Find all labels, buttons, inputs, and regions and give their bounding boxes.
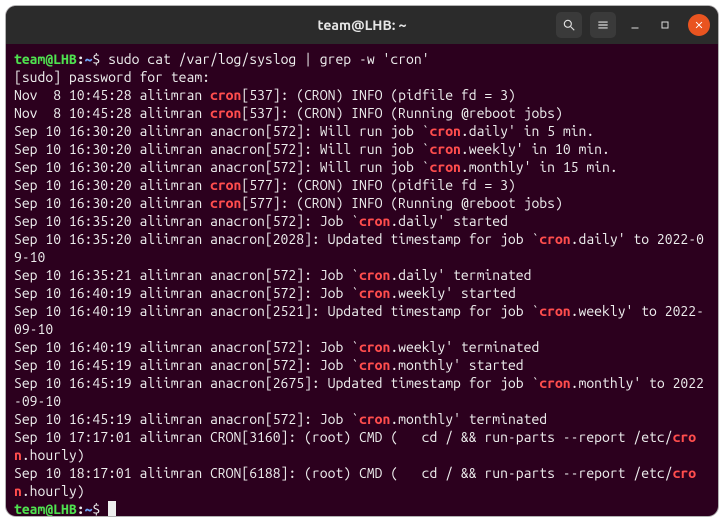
grep-highlight: cron (210, 105, 241, 121)
grep-highlight: cron (359, 285, 390, 301)
grep-highlight: cron (430, 159, 461, 175)
grep-highlight: cron (359, 357, 390, 373)
grep-highlight: cron (539, 375, 570, 391)
prompt-user: team@LHB (14, 51, 77, 67)
prompt-dollar: $ (92, 501, 108, 516)
log-line: Sep 10 16:30:20 aliimran cron[577]: (CRO… (14, 177, 516, 193)
close-button[interactable] (688, 14, 710, 36)
log-line: Sep 10 16:30:20 aliimran anacron[572]: W… (14, 141, 610, 157)
grep-highlight: cron (210, 195, 241, 211)
minimize-icon (629, 19, 641, 31)
search-button[interactable] (556, 12, 582, 38)
prompt-user: team@LHB (14, 501, 77, 516)
maximize-icon (659, 19, 671, 31)
log-line: Sep 10 16:30:20 aliimran anacron[572]: W… (14, 123, 594, 139)
hamburger-icon (596, 18, 610, 32)
titlebar: team@LHB: ~ (6, 6, 718, 44)
prompt-dollar: $ (92, 51, 108, 67)
log-line: [sudo] password for team: (14, 69, 210, 85)
grep-highlight: cron (210, 87, 241, 103)
terminal-output[interactable]: team@LHB:~$ sudo cat /var/log/syslog | g… (6, 44, 718, 516)
close-icon (694, 20, 704, 30)
log-line: Nov 8 10:45:28 aliimran cron[537]: (CRON… (14, 105, 563, 121)
log-line: Sep 10 18:17:01 aliimran CRON[6188]: (ro… (14, 465, 696, 499)
minimize-button[interactable] (624, 14, 646, 36)
grep-highlight: cron (359, 267, 390, 283)
log-line: Sep 10 16:35:20 aliimran anacron[2028]: … (14, 231, 704, 265)
grep-highlight: cron (359, 339, 390, 355)
menu-button[interactable] (590, 12, 616, 38)
grep-highlight: cron (539, 231, 570, 247)
prompt-colon: : (77, 51, 85, 67)
terminal-window: team@LHB: ~ team@LHB:~$ sudo cat /var/lo… (6, 6, 718, 516)
maximize-button[interactable] (654, 14, 676, 36)
log-line: Sep 10 16:30:20 aliimran cron[577]: (CRO… (14, 195, 563, 211)
prompt-colon: : (77, 501, 85, 516)
grep-highlight: cron (359, 213, 390, 229)
log-line: Sep 10 16:35:21 aliimran anacron[572]: J… (14, 267, 531, 283)
log-line: Sep 10 16:30:20 aliimran anacron[572]: W… (14, 159, 618, 175)
command-text: sudo cat /var/log/syslog | grep -w 'cron… (108, 51, 429, 67)
log-line: Nov 8 10:45:28 aliimran cron[537]: (CRON… (14, 87, 516, 103)
grep-highlight: cron (359, 411, 390, 427)
log-line: Sep 10 16:40:19 aliimran anacron[572]: J… (14, 285, 516, 301)
grep-highlight: cron (539, 303, 570, 319)
log-line: Sep 10 16:40:19 aliimran anacron[572]: J… (14, 339, 539, 355)
grep-highlight: cron (430, 141, 461, 157)
cursor (108, 501, 116, 516)
log-line: Sep 10 17:17:01 aliimran CRON[3160]: (ro… (14, 429, 696, 463)
log-line: Sep 10 16:40:19 aliimran anacron[2521]: … (14, 303, 704, 337)
log-line: Sep 10 16:45:19 aliimran anacron[572]: J… (14, 357, 524, 373)
window-title: team@LHB: ~ (318, 17, 407, 33)
grep-highlight: cron (210, 177, 241, 193)
log-line: Sep 10 16:45:19 aliimran anacron[2675]: … (14, 375, 704, 409)
log-line: Sep 10 16:35:20 aliimran anacron[572]: J… (14, 213, 508, 229)
search-icon (562, 18, 576, 32)
grep-highlight: cron (430, 123, 461, 139)
log-line: Sep 10 16:45:19 aliimran anacron[572]: J… (14, 411, 547, 427)
